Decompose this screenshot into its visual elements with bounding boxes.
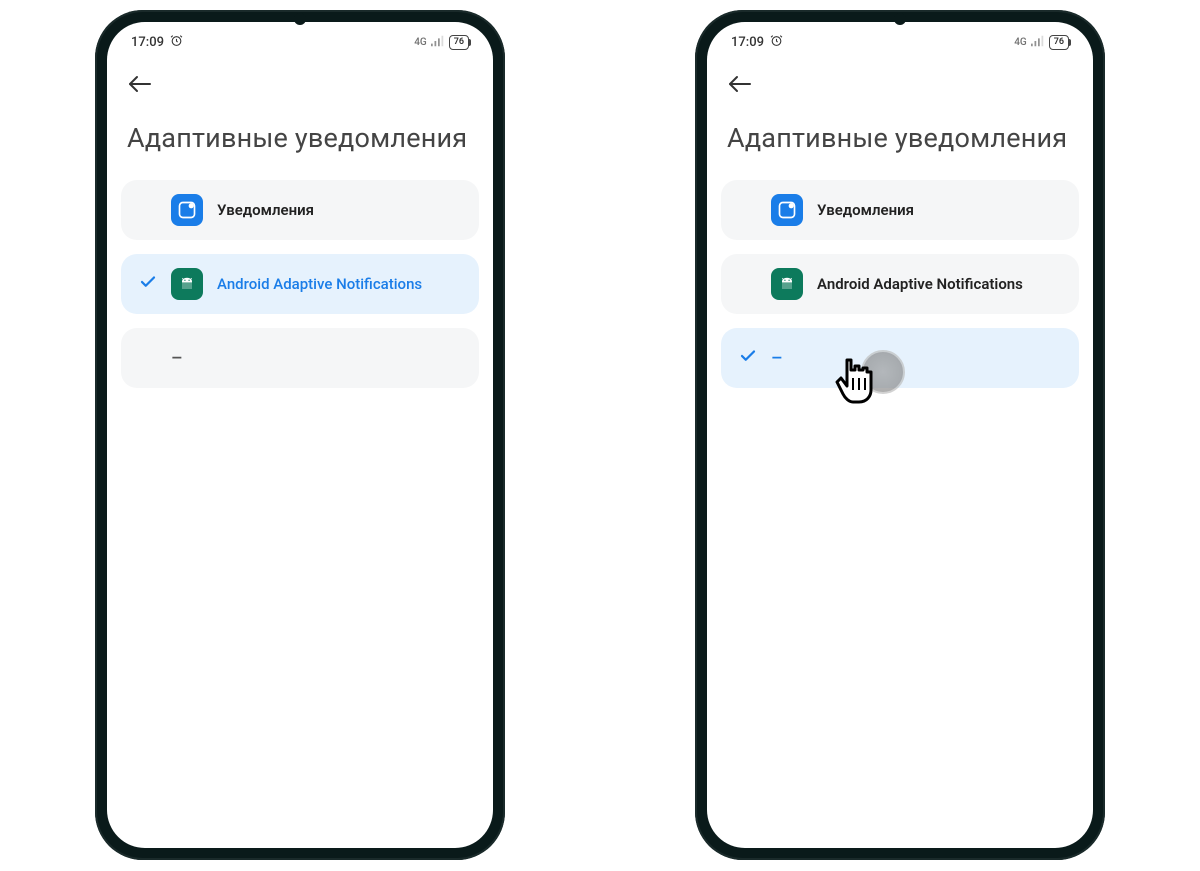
battery-indicator: 76	[449, 35, 469, 50]
check-icon	[139, 273, 157, 296]
status-bar: 17:09 4G 76	[707, 22, 1093, 56]
back-button[interactable]	[727, 74, 753, 99]
android-app-icon	[771, 268, 803, 300]
network-label: 4G	[1014, 37, 1027, 48]
notifications-app-icon	[171, 194, 203, 226]
option-notifications[interactable]: Уведомления	[721, 180, 1079, 240]
cursor-pointer-icon	[827, 346, 889, 422]
phone-frame-right: 17:09 4G 76 Адаптивные уведомления	[695, 10, 1105, 860]
option-label: Android Adaptive Notifications	[817, 275, 1023, 293]
page-title: Адаптивные уведомления	[107, 107, 493, 180]
option-label: Android Adaptive Notifications	[217, 275, 422, 293]
option-android-adaptive[interactable]: Android Adaptive Notifications	[121, 254, 479, 314]
nav-bar	[707, 56, 1093, 107]
phone-screen: 17:09 4G 76 Адаптивные уведомления	[107, 22, 493, 848]
alarm-icon	[770, 34, 783, 50]
status-time: 17:09	[131, 35, 164, 50]
option-label: Уведомления	[217, 201, 314, 219]
phone-screen: 17:09 4G 76 Адаптивные уведомления	[707, 22, 1093, 848]
option-list: Уведомления Android Adaptive Notificatio…	[707, 180, 1093, 388]
check-icon	[739, 347, 757, 370]
option-label: –	[171, 348, 183, 369]
status-bar: 17:09 4G 76	[107, 22, 493, 56]
signal-icon	[1031, 35, 1045, 50]
option-android-adaptive[interactable]: Android Adaptive Notifications	[721, 254, 1079, 314]
alarm-icon	[170, 34, 183, 50]
signal-icon	[431, 35, 445, 50]
option-list: Уведомления Android Adaptive Notificatio…	[107, 180, 493, 388]
android-app-icon	[171, 268, 203, 300]
phone-notch	[294, 13, 306, 25]
page-title: Адаптивные уведомления	[707, 107, 1093, 180]
phone-notch	[894, 13, 906, 25]
notifications-app-icon	[771, 194, 803, 226]
option-none[interactable]: –	[121, 328, 479, 388]
network-label: 4G	[414, 37, 427, 48]
watermark-avatar-icon	[861, 350, 905, 394]
option-label: –	[771, 348, 783, 369]
option-label: Уведомления	[817, 201, 914, 219]
battery-indicator: 76	[1049, 35, 1069, 50]
option-notifications[interactable]: Уведомления	[121, 180, 479, 240]
phone-frame-left: 17:09 4G 76 Адаптивные уведомления	[95, 10, 505, 860]
option-none[interactable]: –	[721, 328, 1079, 388]
back-button[interactable]	[127, 74, 153, 99]
nav-bar	[107, 56, 493, 107]
status-time: 17:09	[731, 35, 764, 50]
